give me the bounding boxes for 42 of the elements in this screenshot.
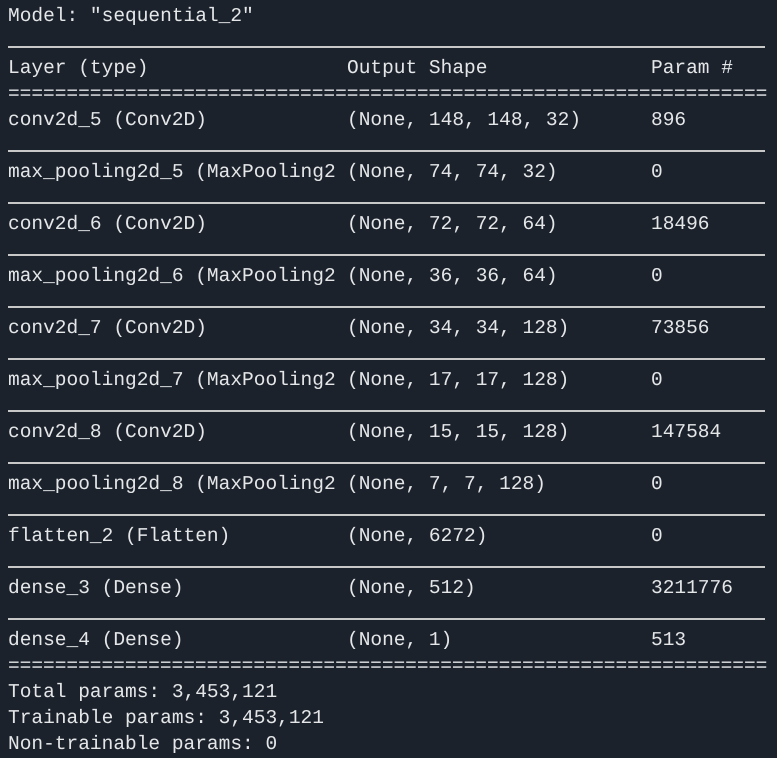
layer-cell-text: max_pooling2d_6 (MaxPooling2 [8, 264, 336, 289]
output-shape-cell-text: (None, 36, 36, 64) [347, 264, 558, 289]
output-shape-cell-text: (None, 74, 74, 32) [347, 160, 558, 185]
output-shape-cell-text: (None, 7, 7, 128) [347, 472, 546, 497]
params-summary: Non-trainable params: 0 [8, 732, 278, 757]
header-rule: ================================================================= [8, 82, 768, 107]
param-count-cell-text: 73856 [651, 316, 710, 341]
layer-cell-text: max_pooling2d_5 (MaxPooling2 [8, 160, 336, 185]
output-shape-cell-text: (None, 1) [347, 628, 452, 653]
layer-cell-text: dense_3 (Dense) [8, 576, 184, 601]
params-summary: Trainable params: 3,453,121 [8, 706, 324, 731]
param-count-cell-text: 3211776 [651, 576, 733, 601]
param-count-cell-text: 0 [651, 160, 663, 185]
param-count-cell-text: 18496 [651, 212, 710, 237]
output-shape-cell-text: (None, 512) [347, 576, 476, 601]
layer-cell-text: dense_4 (Dense) [8, 628, 184, 653]
params-summary: Total params: 3,453,121 [8, 680, 278, 705]
param-column-header: Param # [651, 56, 733, 81]
layer-cell-text: conv2d_8 (Conv2D) [8, 420, 207, 445]
layer-cell-text: flatten_2 (Flatten) [8, 524, 230, 549]
layer-cell-text: max_pooling2d_7 (MaxPooling2 [8, 368, 336, 393]
output-shape-cell-text: (None, 72, 72, 64) [347, 212, 558, 237]
layer-column-header: Layer (type) [8, 56, 148, 81]
output-shape-cell-text: (None, 6272) [347, 524, 488, 549]
output-shape-cell-text: (None, 15, 15, 128) [347, 420, 570, 445]
output-shape-cell-text: (None, 34, 34, 128) [347, 316, 570, 341]
layer-cell-text: max_pooling2d_8 (MaxPooling2 [8, 472, 336, 497]
param-count-cell-text: 147584 [651, 420, 722, 445]
param-count-cell-text: 0 [651, 524, 663, 549]
param-count-cell-text: 0 [651, 472, 663, 497]
layer-cell-text: conv2d_7 (Conv2D) [8, 316, 207, 341]
layer-cell-text: conv2d_6 (Conv2D) [8, 212, 207, 237]
output-shape-cell-text: (None, 17, 17, 128) [347, 368, 570, 393]
layer-cell-text: conv2d_5 (Conv2D) [8, 108, 207, 133]
output-shape-cell-text: (None, 148, 148, 32) [347, 108, 582, 133]
model-title: Model: "sequential_2" [8, 4, 254, 29]
param-count-cell-text: 513 [651, 628, 686, 653]
param-count-cell-text: 0 [651, 368, 663, 393]
output-shape-column-header: Output Shape [347, 56, 488, 81]
param-count-cell-text: 896 [651, 108, 686, 133]
footer-rule: ================================================================= [8, 654, 768, 679]
param-count-cell-text: 0 [651, 264, 663, 289]
